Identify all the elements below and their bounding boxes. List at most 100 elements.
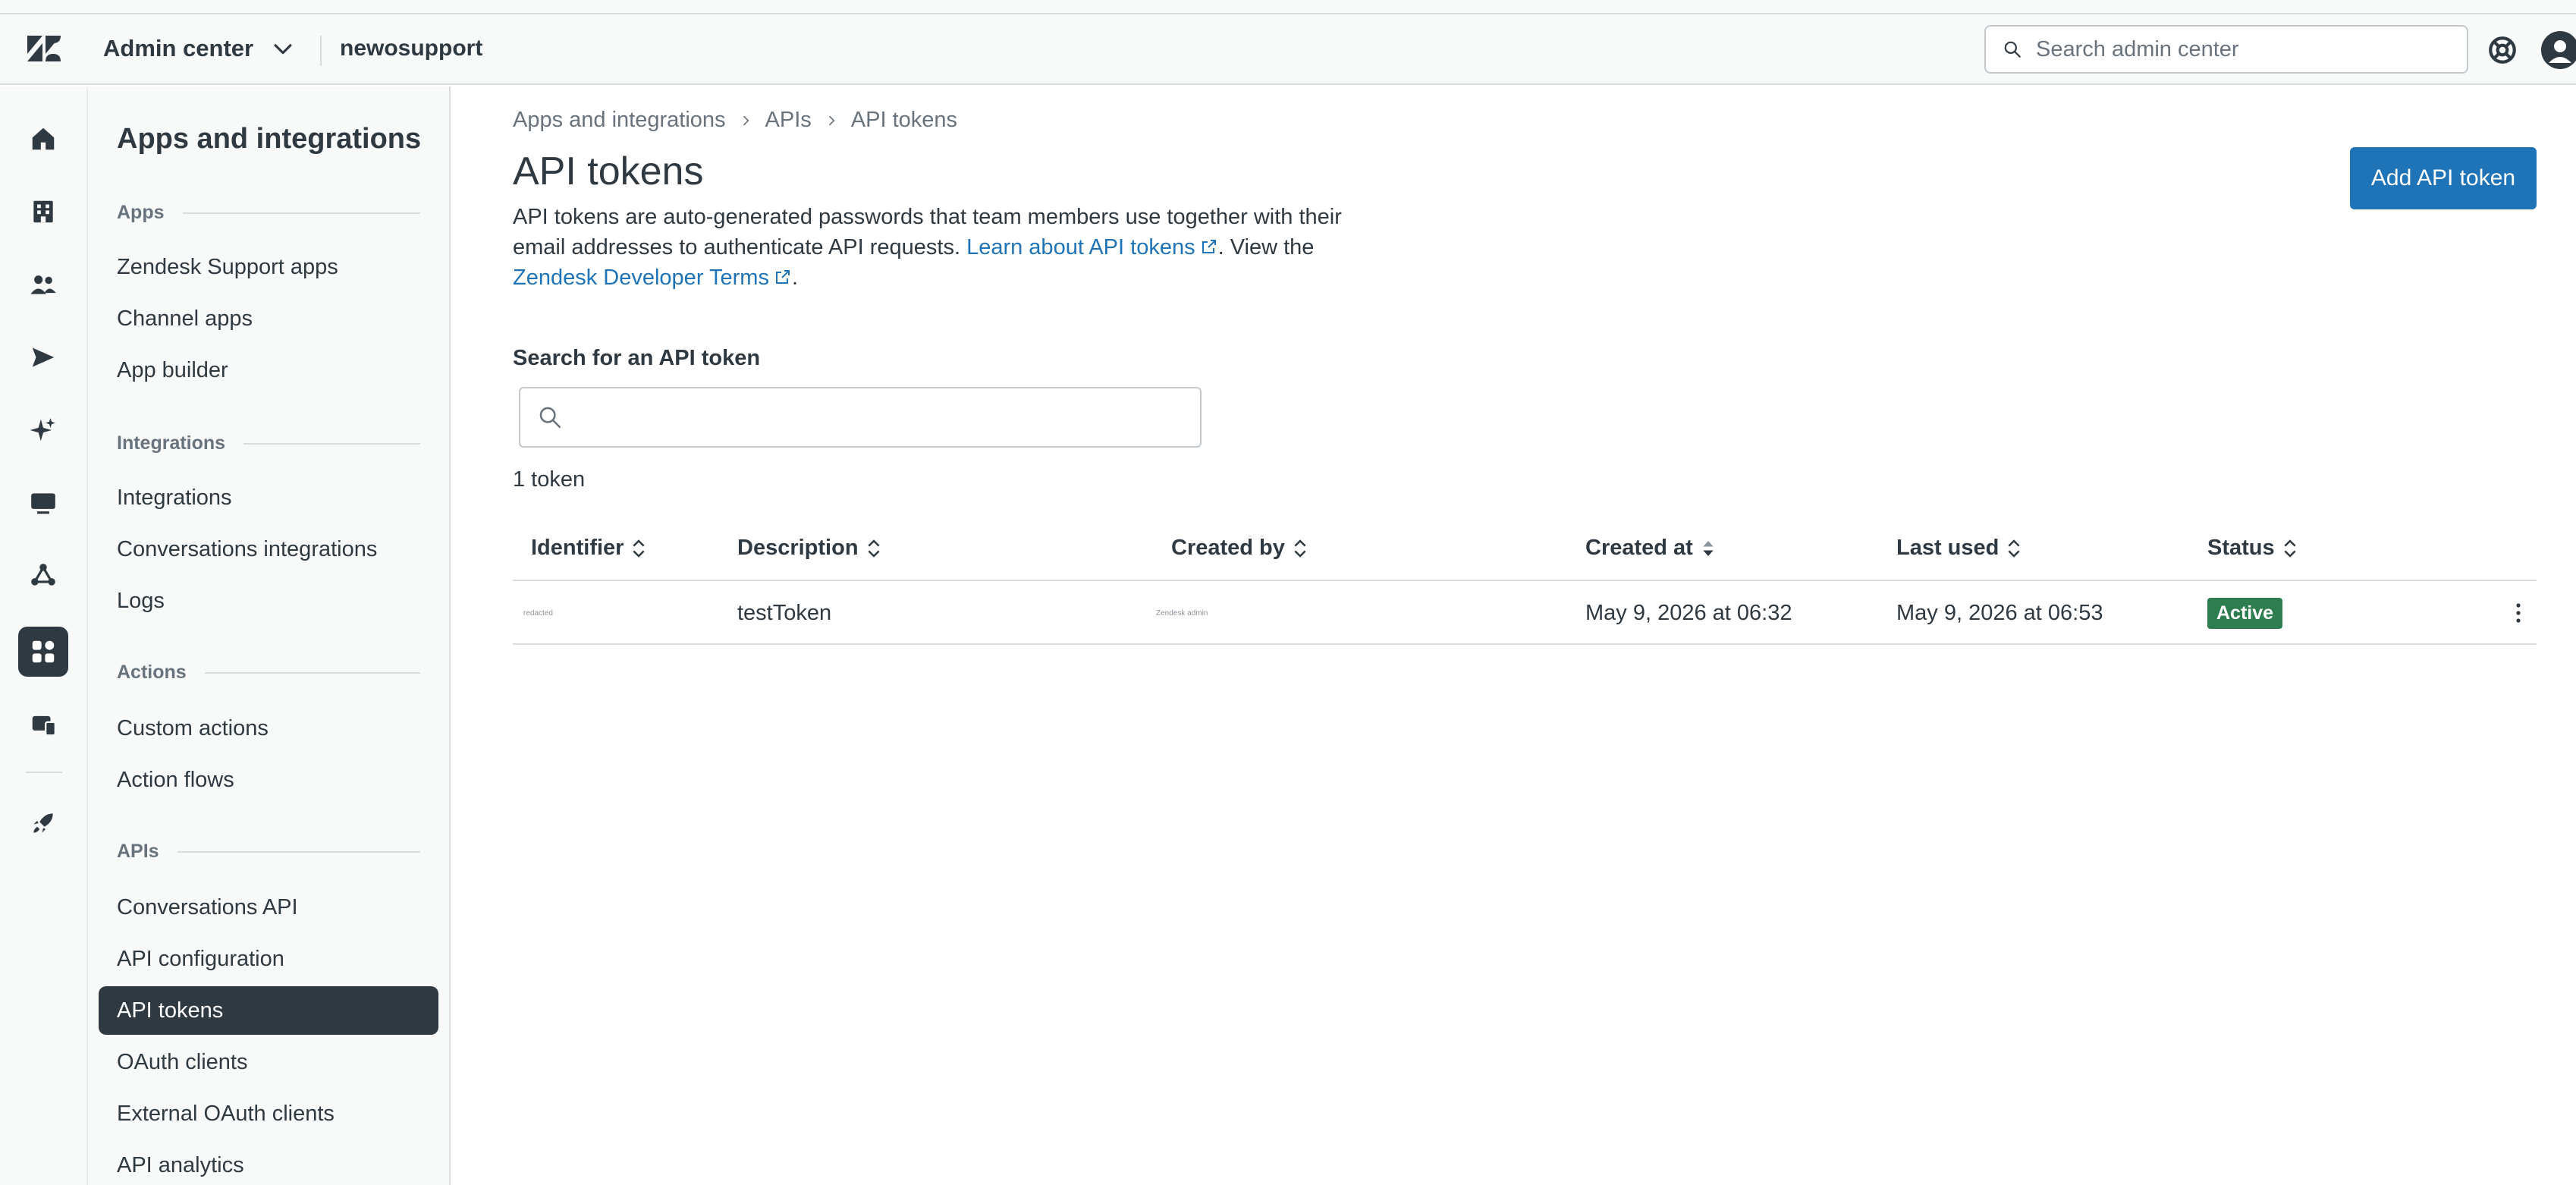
sort-icon [1294, 539, 1306, 558]
sort-icon [867, 539, 880, 558]
nav-item-custom-actions[interactable]: Custom actions [99, 704, 438, 753]
page-title: API tokens [513, 149, 704, 193]
sort-icon [633, 539, 646, 558]
column-label: Last used [1896, 536, 2000, 560]
token-count: 1 token [513, 467, 586, 492]
breadcrumb-api-tokens: API tokens [850, 108, 958, 132]
monitor-icon[interactable] [18, 478, 68, 528]
sort-icon [2008, 539, 2020, 558]
chevron-right-icon [743, 115, 749, 125]
nav-item-external-oauth-clients[interactable]: External OAuth clients [99, 1089, 438, 1138]
chevron-right-icon [828, 115, 835, 125]
intro-text: . [791, 266, 799, 290]
page-description: API tokens are auto-generated passwords … [513, 202, 1362, 293]
rail-divider [26, 772, 62, 773]
divider [243, 442, 420, 445]
nav-item-channel-apps[interactable]: Channel apps [99, 294, 438, 343]
column-label: Status [2207, 536, 2275, 560]
intro-text: . View the [1217, 235, 1315, 259]
product-name: Admin center [103, 35, 254, 61]
home-icon[interactable] [18, 114, 68, 164]
search-icon [2004, 41, 2021, 58]
nav-group-apps: Apps [117, 202, 420, 224]
column-label: Identifier [531, 536, 624, 560]
zendesk-logo-icon[interactable] [27, 36, 61, 63]
divider [182, 212, 420, 214]
status-badge: Active [2207, 597, 2283, 629]
icon-rail [0, 86, 88, 1185]
column-header-created-by[interactable]: Created by [1171, 536, 1308, 561]
external-link-icon [1202, 240, 1216, 253]
nav-group-label: Integrations [117, 432, 226, 454]
link-label: Zendesk Developer Terms [513, 266, 769, 290]
column-label: Created at [1585, 536, 1693, 560]
token-search-box[interactable] [519, 387, 1202, 448]
divider [320, 36, 322, 66]
sort-icon [2284, 539, 2296, 558]
nav-item-app-builder[interactable]: App builder [99, 346, 438, 394]
nav-group-actions: Actions [117, 662, 420, 684]
people-icon[interactable] [18, 259, 68, 310]
sort-descending-icon [1703, 540, 1714, 556]
row-actions-menu-icon[interactable] [2502, 596, 2535, 630]
nav-item-api-analytics[interactable]: API analytics [99, 1141, 438, 1185]
nav-item-integrations[interactable]: Integrations [99, 473, 438, 522]
column-header-identifier[interactable]: Identifier [531, 536, 646, 561]
external-link-icon [775, 270, 790, 284]
token-search-label: Search for an API token [513, 346, 761, 370]
column-label: Description [737, 536, 859, 560]
account-name: newosupport [340, 36, 483, 61]
nav-item-action-flows[interactable]: Action flows [99, 756, 438, 804]
cell-last-used: May 9, 2026 at 06:53 [1896, 600, 2103, 625]
nav-item-api-tokens[interactable]: API tokens [99, 986, 438, 1035]
nav-item-conversations-integrations[interactable]: Conversations integrations [99, 525, 438, 574]
nav-group-apis: APIs [117, 841, 420, 863]
apps-grid-icon[interactable] [18, 627, 68, 677]
window-top-strip [0, 0, 2576, 14]
sparkle-icon[interactable] [18, 405, 68, 455]
top-bar: Admin center newosupport [0, 14, 2576, 85]
user-avatar[interactable] [2541, 31, 2576, 69]
column-header-description[interactable]: Description [737, 536, 881, 561]
divider [204, 671, 420, 674]
cell-description: testToken [737, 600, 832, 625]
chevron-down-icon [274, 44, 292, 55]
nav-group-integrations: Integrations [117, 432, 420, 454]
send-icon[interactable] [18, 332, 68, 382]
nav-item-logs[interactable]: Logs [99, 577, 438, 625]
section-title: Apps and integrations [117, 123, 422, 155]
secondary-nav: Apps and integrations Apps Zendesk Suppo… [88, 86, 451, 1185]
nav-item-zendesk-support-apps[interactable]: Zendesk Support apps [99, 243, 438, 291]
column-header-last-used[interactable]: Last used [1896, 536, 2022, 561]
token-search-input[interactable] [575, 404, 1197, 430]
help-icon[interactable] [2486, 34, 2518, 66]
objects-icon[interactable] [18, 551, 68, 601]
nav-item-api-configuration[interactable]: API configuration [99, 935, 438, 983]
product-switcher[interactable]: Admin center [103, 31, 296, 66]
rocket-icon[interactable] [18, 798, 68, 848]
nav-group-label: Apps [117, 202, 165, 223]
building-icon[interactable] [18, 187, 68, 237]
add-api-token-button[interactable]: Add API token [2350, 147, 2537, 209]
divider [177, 850, 420, 853]
table-row[interactable]: redacted testToken Zendesk admin May 9, … [513, 581, 2537, 645]
breadcrumb-apis[interactable]: APIs [765, 108, 812, 133]
admin-search-input[interactable] [2036, 36, 2446, 62]
nav-item-conversations-api[interactable]: Conversations API [99, 883, 438, 932]
zendesk-developer-terms-link[interactable]: Zendesk Developer Terms [513, 266, 792, 290]
breadcrumb: Apps and integrations APIs API tokens [513, 108, 957, 133]
devices-icon[interactable] [18, 699, 68, 750]
cell-created-at: May 9, 2026 at 06:32 [1585, 600, 1792, 625]
link-label: Learn about API tokens [966, 235, 1195, 259]
nav-item-oauth-clients[interactable]: OAuth clients [99, 1038, 438, 1086]
column-header-created-at[interactable]: Created at [1585, 536, 1716, 561]
cell-status: Active [2207, 581, 2283, 645]
column-label: Created by [1171, 536, 1285, 560]
learn-about-api-tokens-link[interactable]: Learn about API tokens [966, 235, 1218, 259]
admin-search-box[interactable] [1984, 25, 2468, 74]
nav-group-label: APIs [117, 841, 159, 862]
column-header-status[interactable]: Status [2207, 536, 2298, 561]
breadcrumb-apps-and-integrations[interactable]: Apps and integrations [513, 108, 726, 133]
cell-created-by: Zendesk admin [1156, 608, 1208, 618]
nav-group-label: Actions [117, 662, 187, 683]
